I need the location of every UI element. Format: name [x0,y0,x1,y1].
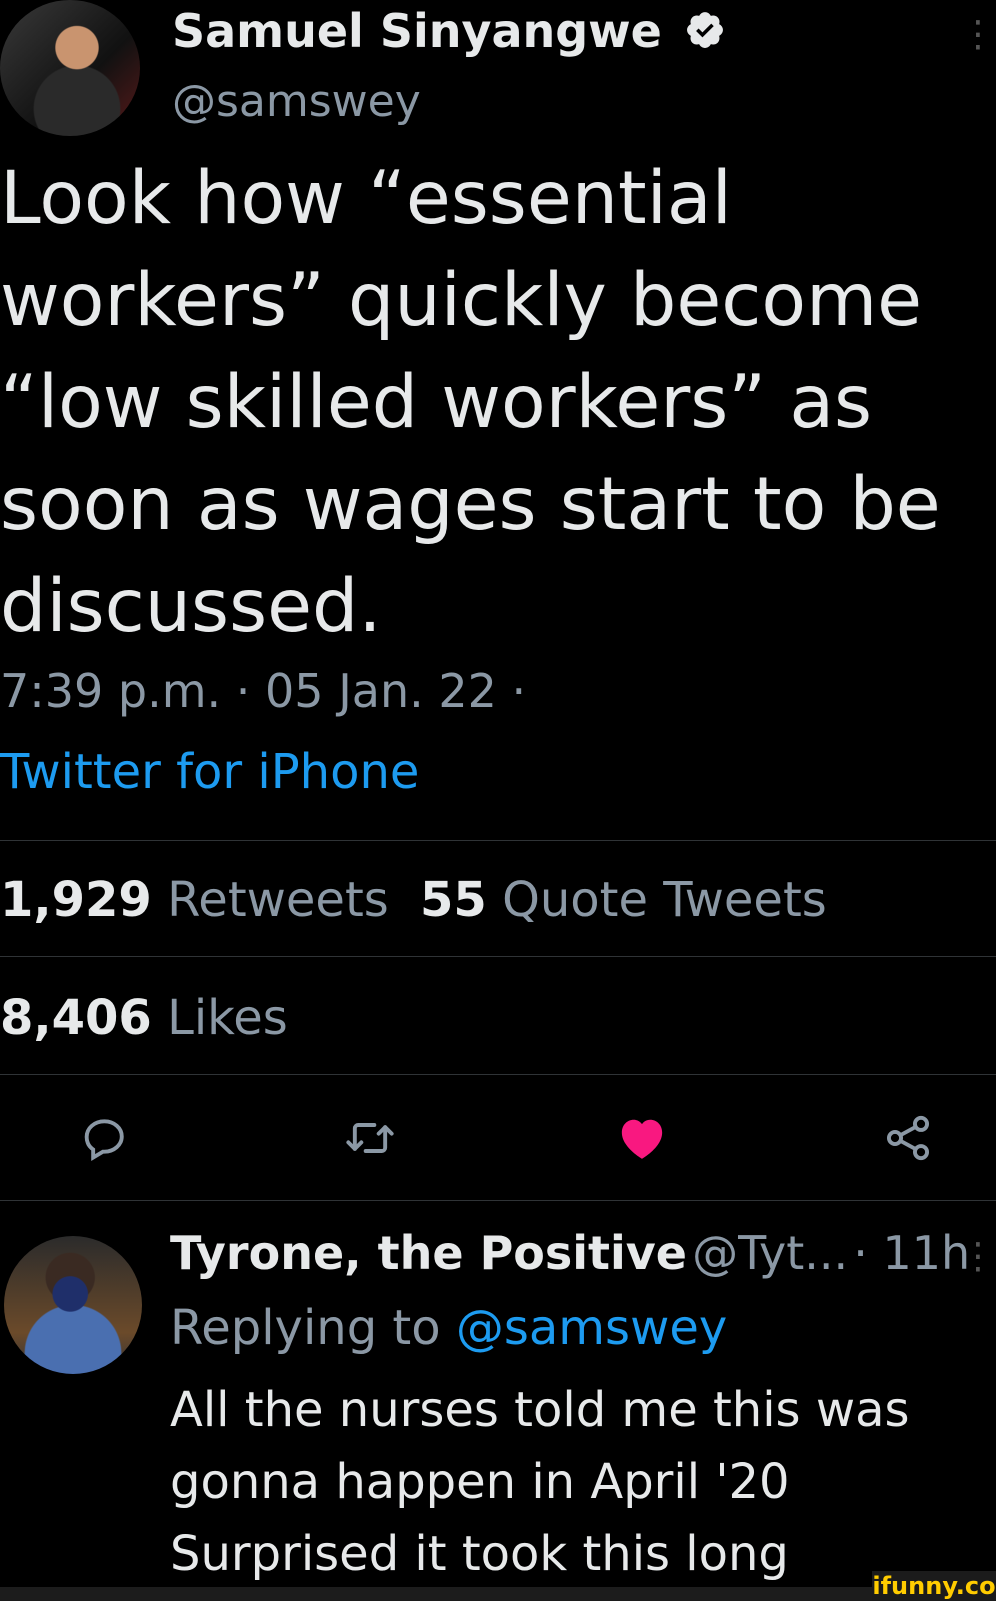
tweet-timestamp[interactable]: 7:39 p.m. · 05 Jan. 22 · [0,664,526,718]
divider [0,1200,996,1201]
like-icon[interactable] [616,1112,668,1164]
author-avatar[interactable] [0,0,140,136]
tweet-source-link[interactable]: Twitter for iPhone [0,744,419,800]
divider [0,840,996,841]
retweet-icon[interactable] [344,1112,396,1164]
bottom-bar [0,1587,872,1601]
more-options-icon[interactable]: ⋮ [960,14,996,55]
retweets-count: 1,929 [0,872,152,928]
reply-icon[interactable] [78,1112,130,1164]
replying-to: Replying to @samswey [170,1300,727,1356]
retweets-stat[interactable]: 1,929 Retweets [0,872,389,928]
quote-tweets-label: Quote Tweets [502,872,827,928]
author-name-row[interactable]: Samuel Sinyangwe [172,4,726,58]
watermark: ifunny.co [872,1571,996,1601]
share-icon[interactable] [882,1112,934,1164]
verified-badge-icon [686,12,723,48]
likes-label: Likes [167,990,288,1046]
reply-author-avatar[interactable] [4,1236,142,1374]
quote-tweets-stat[interactable]: 55 Quote Tweets [420,872,827,928]
retweets-label: Retweets [167,872,389,928]
author-handle[interactable]: @samswey [172,76,421,127]
author-name[interactable]: Samuel Sinyangwe [172,4,662,58]
quote-tweets-count: 55 [420,872,487,928]
reply-author-name[interactable]: Tyrone, the Positive [170,1226,687,1280]
reply-text: All the nurses told me this was gonna ha… [170,1382,910,1582]
likes-stat[interactable]: 8,406 Likes [0,990,288,1046]
reply-author-handle[interactable]: @Tyt... [692,1226,848,1280]
reply-time[interactable]: · 11h [853,1226,970,1280]
replying-to-handle[interactable]: @samswey [456,1300,727,1356]
replying-to-label: Replying to [170,1300,441,1356]
divider [0,1074,996,1075]
tweet-text: Look how “essential workers” quickly bec… [0,156,941,649]
divider [0,956,996,957]
reply-header: Tyrone, the Positive @Tyt... · 11h [170,1226,970,1280]
likes-count: 8,406 [0,990,152,1046]
reply-more-options-icon[interactable]: ⋮ [960,1236,996,1277]
